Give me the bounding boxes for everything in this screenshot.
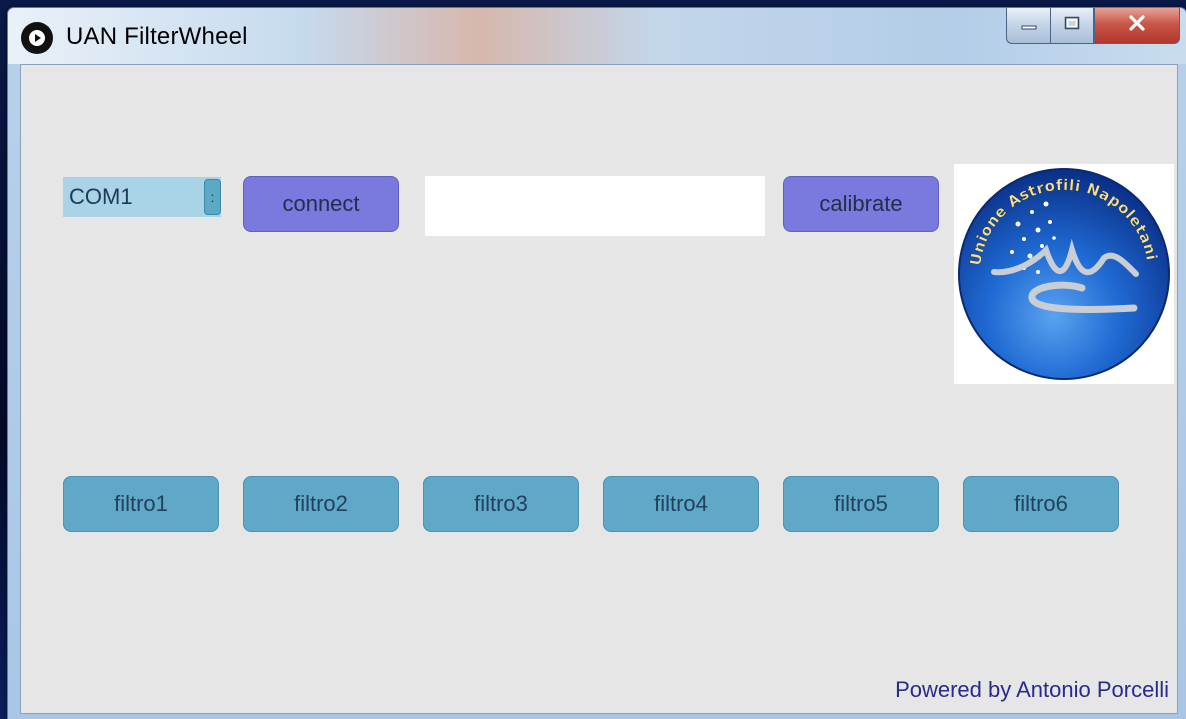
- title-bar[interactable]: UAN FilterWheel: [8, 8, 1186, 64]
- filter-button-label: filtro6: [1014, 491, 1068, 516]
- port-select[interactable]: COM1 :: [63, 177, 221, 217]
- filter-button-label: filtro1: [114, 491, 168, 516]
- maximize-button[interactable]: [1050, 8, 1094, 44]
- client-area: COM1 : connect calibrate Unione Astrofil…: [20, 64, 1178, 714]
- filter-button-label: filtro2: [294, 491, 348, 516]
- close-button[interactable]: [1094, 8, 1180, 44]
- filter-button-6[interactable]: filtro6: [963, 476, 1119, 532]
- status-field[interactable]: [425, 176, 765, 236]
- window-title: UAN FilterWheel: [66, 23, 248, 50]
- port-select-value: COM1: [69, 184, 133, 209]
- filter-button-5[interactable]: filtro5: [783, 476, 939, 532]
- maximize-icon: [1064, 16, 1080, 35]
- filter-button-1[interactable]: filtro1: [63, 476, 219, 532]
- app-window: UAN FilterWheel COM1 : connect calibrate…: [8, 8, 1186, 719]
- credit-text: Powered by Antonio Porcelli: [895, 677, 1169, 702]
- close-icon: [1128, 15, 1146, 36]
- uan-logo-graphic: Unione Astrofili Napoletani: [958, 168, 1170, 380]
- connect-button-label: connect: [282, 191, 360, 216]
- filter-button-label: filtro3: [474, 491, 528, 516]
- minimize-icon: [1021, 17, 1037, 35]
- play-icon: [21, 22, 53, 54]
- window-controls: [1006, 8, 1180, 46]
- minimize-button[interactable]: [1006, 8, 1050, 44]
- filter-button-label: filtro4: [654, 491, 708, 516]
- calibrate-button-label: calibrate: [819, 191, 903, 216]
- filter-button-2[interactable]: filtro2: [243, 476, 399, 532]
- connect-button[interactable]: connect: [243, 176, 399, 232]
- port-select-arrow[interactable]: :: [204, 179, 221, 215]
- filter-button-label: filtro5: [834, 491, 888, 516]
- uan-logo: Unione Astrofili Napoletani: [954, 164, 1174, 384]
- calibrate-button[interactable]: calibrate: [783, 176, 939, 232]
- filter-button-4[interactable]: filtro4: [603, 476, 759, 532]
- filter-button-3[interactable]: filtro3: [423, 476, 579, 532]
